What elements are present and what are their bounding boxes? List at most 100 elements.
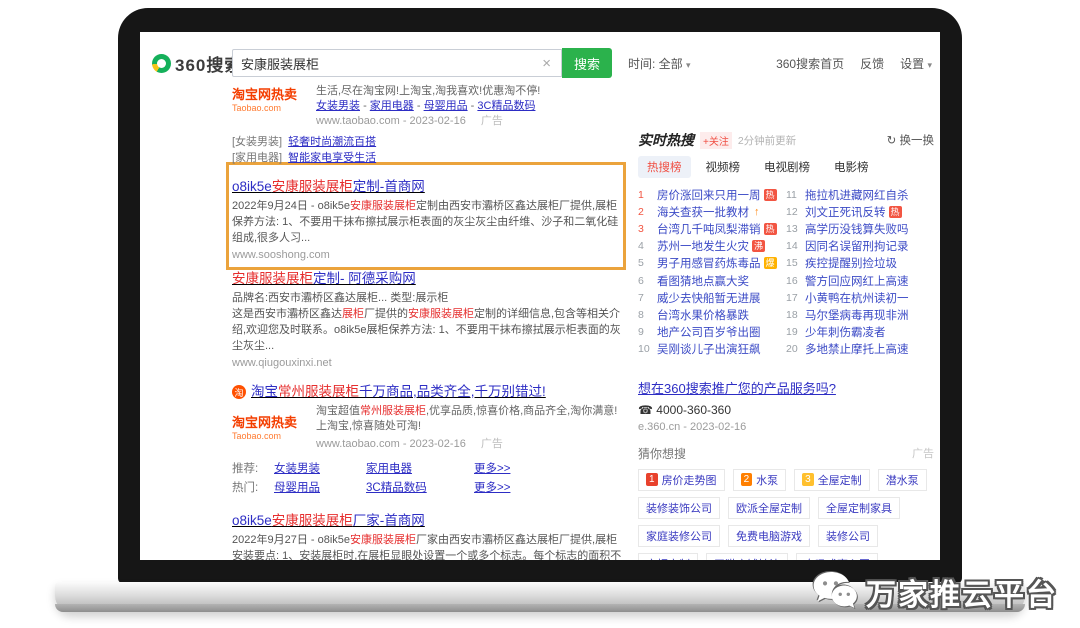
taobao-logo-domain: Taobao.com [232, 103, 306, 113]
result-snippet: 淘宝超值常州服装展柜,优享品质,惊喜价格,商品齐全,淘你满意!上淘宝,惊喜随处可… [316, 404, 626, 434]
hot-rank: 18 [786, 309, 801, 321]
result-title-link[interactable]: o8ik5e安康服装展柜定制-首商网 [232, 178, 626, 196]
hot-search-item[interactable]: 13高学历没钱算失败吗 [786, 220, 934, 237]
hot-link[interactable]: 3C精品数码 [366, 479, 474, 498]
search-input[interactable] [241, 56, 540, 71]
hot-link[interactable]: 母婴用品 [274, 479, 366, 498]
snippet-part: 淘宝超值 [316, 405, 360, 417]
ad-url: www.taobao.com - 2023-02-16 [316, 115, 466, 127]
settings-dropdown[interactable]: 设置 ▾ [900, 55, 932, 72]
hot-rank: 12 [786, 206, 801, 218]
hot-search-item[interactable]: 15疾控提醒别捡垃圾 [786, 255, 934, 272]
hot-search-item[interactable]: 6 看图猜地点赢大奖 [638, 272, 786, 289]
hot-search-item[interactable]: 4苏州一地发生火灾沸 [638, 238, 786, 255]
hot-search-item[interactable]: 10吴刚谈儿子出演狂飙 [638, 341, 786, 358]
ad-link[interactable]: 家用电器 [370, 100, 414, 112]
tab-movie[interactable]: 电影榜 [825, 156, 878, 178]
hot-item-text: 海关查获一批教材 [657, 204, 749, 220]
hot-search-item[interactable]: 11拖拉机进藏网红自杀 [786, 186, 934, 203]
title-part: 定制- 阿德采购网 [313, 271, 416, 286]
hot-item-text: 刘文正死讯反转 [805, 204, 886, 220]
hot-search-item[interactable]: 3台湾几千吨凤梨滞销热 [638, 220, 786, 237]
more-link[interactable]: 更多>> [474, 460, 626, 479]
title-highlight: 安康服装展柜 [272, 513, 353, 528]
taobao-logo[interactable]: 淘宝网热卖 Taobao.com [232, 84, 306, 129]
ad-subrow-link[interactable]: 轻奢时尚潮流百搭 [288, 136, 376, 148]
hot-rank: 19 [786, 326, 801, 338]
guess-tag[interactable]: 装修装饰公司 [638, 497, 720, 519]
hot-item-text: 马尔堡病毒再现非洲 [805, 307, 909, 323]
360-logo[interactable]: 360搜索 [152, 51, 242, 76]
guess-tag[interactable]: 2水泵 [733, 469, 787, 491]
hot-search-item[interactable]: 16警方回应网红上高速 [786, 272, 934, 289]
recommend-link[interactable]: 女装男装 [274, 460, 366, 479]
taobao-logo[interactable]: 淘宝网热卖 Taobao.com [232, 412, 306, 452]
feedback-link[interactable]: 反馈 [860, 55, 884, 72]
guess-tag[interactable]: 1房价走势图 [638, 469, 725, 491]
tab-video[interactable]: 视频榜 [697, 156, 750, 178]
snippet-highlight: 展柜 [342, 308, 364, 320]
tab-hot-search[interactable]: 热搜榜 [638, 156, 691, 178]
result-title-link[interactable]: 安康服装展柜定制- 阿德采购网 [232, 270, 626, 288]
refresh-icon: ↻ [887, 135, 897, 147]
follow-button[interactable]: +关注 [700, 132, 732, 149]
title-highlight: 安康服装展柜 [272, 179, 353, 194]
clear-icon[interactable]: × [540, 55, 553, 72]
promo-link[interactable]: 想在360搜索推广您的产品服务吗? [638, 378, 934, 397]
guess-tag[interactable]: 免费电脑游戏 [728, 525, 810, 547]
hot-item-text: 台湾水果价格暴跌 [657, 307, 749, 323]
guess-tag[interactable]: 潜水泵 [878, 469, 927, 491]
hot-search-item[interactable]: 2海关查获一批教材↑ [638, 203, 786, 220]
hot-badge-icon: 沸 [752, 240, 765, 252]
guess-tag[interactable]: 天猫店铺转让 [706, 553, 788, 560]
guess-tag-label: 家庭装修公司 [646, 528, 712, 544]
hot-item-text: 高学历没钱算失败吗 [805, 221, 909, 237]
result-title-link[interactable]: 淘宝常州服装展柜千万商品,品类齐全,千万别错过! [251, 383, 546, 401]
refresh-button[interactable]: ↻ 换一换 [887, 132, 934, 148]
hot-search-item[interactable]: 12刘文正死讯反转热 [786, 203, 934, 220]
ad-subrow-link[interactable]: 智能家电享受生活 [288, 152, 376, 164]
hot-search-item[interactable]: 17小黄鸭在杭州读初一 [786, 289, 934, 306]
recommend-row: 推荐: 女装男装 家用电器 更多>> [232, 460, 626, 479]
more-link[interactable]: 更多>> [474, 479, 626, 498]
guess-tag[interactable]: 3全屋定制 [794, 469, 870, 491]
phone-icon: ☎ [638, 403, 653, 417]
guess-tag[interactable]: 衣柜定制 [638, 553, 698, 560]
title-part: o8ik5e [232, 513, 272, 528]
hot-search-item[interactable]: 5男子用感冒药炼毒品爆 [638, 255, 786, 272]
ad-link[interactable]: 3C精品数码 [477, 100, 535, 112]
title-part: 千万商品,品类齐全,千万别错过! [359, 384, 546, 399]
search-button[interactable]: 搜索 [562, 48, 612, 78]
hot-badge-icon: 爆 [764, 257, 777, 269]
guess-tag[interactable]: 装修公司 [818, 525, 878, 547]
guess-tag[interactable]: 欧派全屋定制 [728, 497, 810, 519]
hot-item-text: 看图猜地点赢大奖 [657, 273, 749, 289]
hot-rank: 7 [638, 292, 653, 304]
guess-tag[interactable]: 家庭装修公司 [638, 525, 720, 547]
title-highlight: 安康服装展柜 [232, 271, 313, 286]
hot-search-item[interactable]: 9地产公司百岁爷出圈 [638, 324, 786, 341]
result-title-link[interactable]: o8ik5e安康服装展柜厂家-首商网 [232, 512, 626, 530]
hot-search-item[interactable]: 20多地禁止摩托上高速 [786, 341, 934, 358]
hot-search-item[interactable]: 7威少去快船暂无进展 [638, 289, 786, 306]
time-filter-dropdown[interactable]: 时间: 全部 ▾ [628, 55, 691, 72]
ad-link[interactable]: 母婴用品 [424, 100, 468, 112]
home-link[interactable]: 360搜索首页 [776, 55, 844, 72]
separator: - [417, 100, 421, 112]
hot-search-item[interactable]: 8台湾水果价格暴跌 [638, 306, 786, 323]
hot-rank: 16 [786, 275, 801, 287]
snippet-highlight: 安康服装展柜 [350, 534, 416, 546]
hot-search-item[interactable]: 1房价涨回来只用一周热 [638, 186, 786, 203]
hot-rank: 6 [638, 275, 653, 287]
hot-search-item[interactable]: 14因同名误留刑拘记录 [786, 238, 934, 255]
recommend-link[interactable]: 家用电器 [366, 460, 474, 479]
hot-item-text: 台湾几千吨凤梨滞销 [657, 221, 761, 237]
hot-rank: 5 [638, 257, 653, 269]
hot-item-text: 多地禁止摩托上高速 [805, 341, 909, 357]
tab-tv[interactable]: 电视剧榜 [755, 156, 819, 178]
guess-tag[interactable]: 全屋定制家具 [818, 497, 900, 519]
guess-tag[interactable]: 自吸式离心泵 [796, 553, 878, 560]
ad-link[interactable]: 女装男装 [316, 100, 360, 112]
hot-search-item[interactable]: 19少年刺伤霸凌者 [786, 324, 934, 341]
hot-search-item[interactable]: 18 马尔堡病毒再现非洲 [786, 306, 934, 323]
